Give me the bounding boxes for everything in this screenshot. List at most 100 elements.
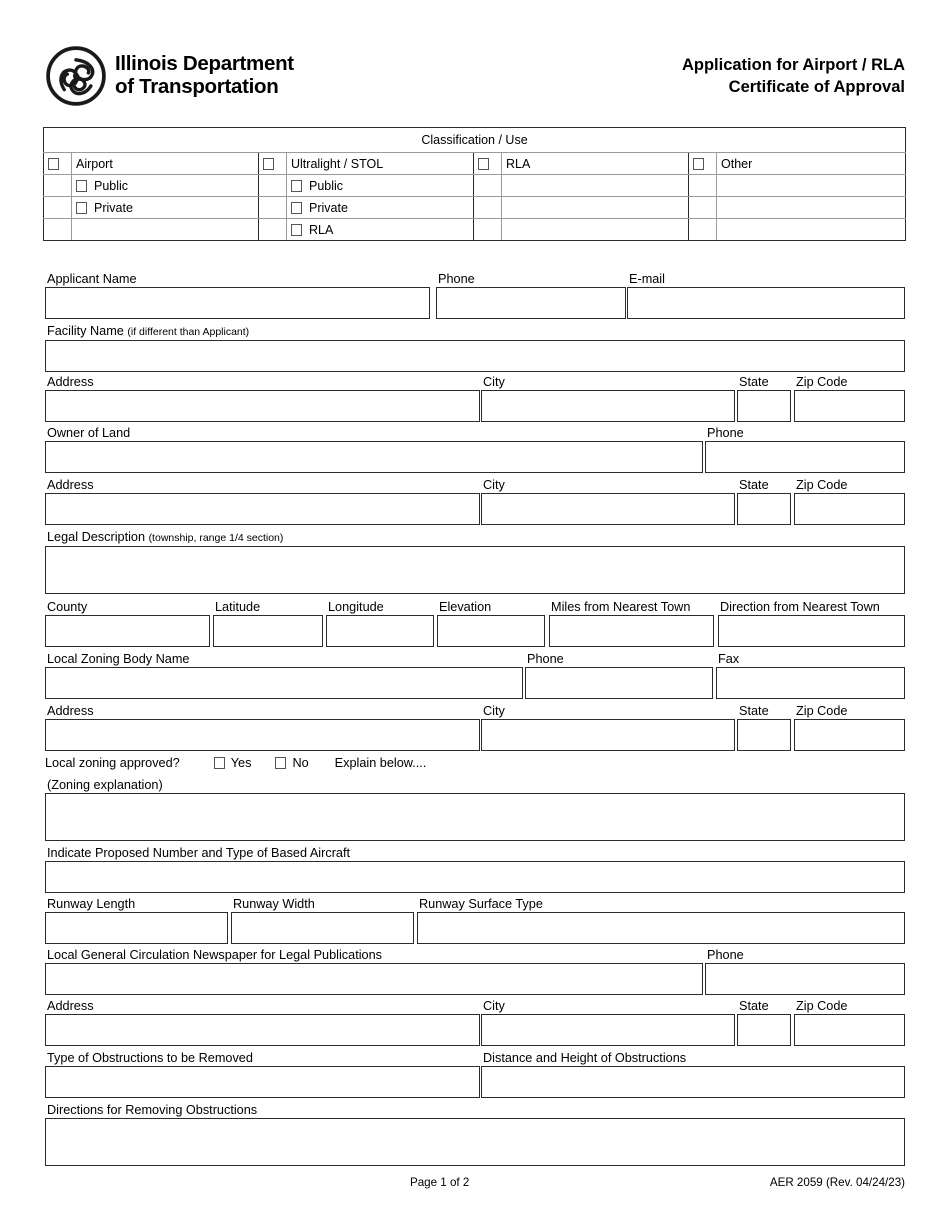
newspaper-city-input[interactable] (481, 1014, 735, 1046)
owner-address-input[interactable] (45, 493, 480, 525)
applicant-address-input[interactable] (45, 390, 480, 422)
cell-rla-checkbox[interactable] (473, 152, 502, 175)
cell-other-checkbox[interactable] (688, 152, 717, 175)
checkbox-rla-icon[interactable] (478, 157, 489, 170)
applicant-phone-input[interactable] (436, 287, 626, 319)
zoning-zip-input[interactable] (794, 719, 905, 751)
miles-from-nearest-town-input[interactable] (549, 615, 714, 647)
owner-of-land-field: Owner of Land (45, 426, 703, 473)
facility-name-input[interactable] (45, 340, 905, 372)
sub-other-2[interactable] (715, 196, 907, 219)
sub-other-1[interactable] (715, 174, 907, 197)
runway-surface-type-input[interactable] (417, 912, 905, 944)
checkbox-airport-public-icon[interactable] (76, 179, 87, 192)
sub-ultralight-public[interactable]: Public (286, 174, 474, 197)
facility-name-label: Facility Name (if different than Applica… (45, 324, 905, 339)
idot-triskelion-logo-icon (45, 45, 107, 107)
county-input[interactable] (45, 615, 210, 647)
checkbox-ultralight-private-icon[interactable] (291, 201, 302, 214)
zoning-city-input[interactable] (481, 719, 735, 751)
type-of-obstructions-input[interactable] (45, 1066, 480, 1098)
applicant-city-field: City (481, 375, 735, 422)
facility-name-label-main: Facility Name (47, 324, 124, 338)
classification-table: Classification / Use Airport Ultralight … (42, 127, 907, 241)
distance-height-obstructions-input[interactable] (481, 1066, 905, 1098)
zoning-address-input[interactable] (45, 719, 480, 751)
checkbox-other-icon[interactable] (693, 157, 704, 170)
longitude-label: Longitude (328, 600, 384, 614)
applicant-state-input[interactable] (737, 390, 791, 422)
newspaper-state-input[interactable] (737, 1014, 791, 1046)
elevation-input[interactable] (437, 615, 545, 647)
sub-rla-3[interactable] (501, 218, 689, 241)
sub-rla-1[interactable] (501, 174, 689, 197)
sub-airport-private[interactable]: Private (71, 196, 259, 219)
newspaper-input[interactable] (45, 963, 703, 995)
checkbox-ultralight-rla-icon[interactable] (291, 223, 302, 236)
agency-name-line1: Illinois Department (115, 52, 294, 76)
county-field: County (45, 600, 210, 647)
cell-ultralight-checkbox[interactable] (258, 152, 287, 175)
zoning-yes-label: Yes (230, 756, 252, 770)
applicant-city-input[interactable] (481, 390, 735, 422)
classification-sub-row-3: RLA (43, 218, 907, 241)
explain-below-note: Explain below.... (334, 756, 427, 770)
zoning-phone-input[interactable] (525, 667, 713, 699)
classification-header-row: Airport Ultralight / STOL RLA Other (43, 152, 907, 175)
owner-state-input[interactable] (737, 493, 791, 525)
runway-width-input[interactable] (231, 912, 414, 944)
zoning-state-input[interactable] (737, 719, 791, 751)
newspaper-address-input[interactable] (45, 1014, 480, 1046)
zoning-zip-field: Zip Code (794, 704, 905, 751)
sub-ultralight-private[interactable]: Private (286, 196, 474, 219)
based-aircraft-input[interactable] (45, 861, 905, 893)
owner-zip-input[interactable] (794, 493, 905, 525)
checkbox-zoning-yes-icon[interactable] (213, 757, 225, 769)
owner-phone-input[interactable] (705, 441, 905, 473)
direction-from-nearest-town-field: Direction from Nearest Town (718, 600, 905, 647)
applicant-address-field: Address (45, 375, 480, 422)
cell-airport-checkbox[interactable] (43, 152, 72, 175)
applicant-address-label: Address (47, 375, 94, 389)
applicant-email-input[interactable] (627, 287, 905, 319)
page-title: Application for Airport / RLA Certificat… (682, 55, 905, 99)
owner-of-land-input[interactable] (45, 441, 703, 473)
sub-rla-2[interactable] (501, 196, 689, 219)
newspaper-city-field: City (481, 999, 735, 1046)
local-zoning-body-name-input[interactable] (45, 667, 523, 699)
runway-length-input[interactable] (45, 912, 228, 944)
applicant-zip-field: Zip Code (794, 375, 905, 422)
newspaper-state-label: State (739, 999, 769, 1013)
sub-ultralight-rla[interactable]: RLA (286, 218, 474, 241)
checkbox-airport-icon[interactable] (48, 157, 59, 170)
legal-description-label-note: (township, range 1/4 section) (148, 532, 284, 544)
owner-of-land-label: Owner of Land (47, 426, 131, 440)
newspaper-address-label: Address (47, 999, 94, 1013)
newspaper-label: Local General Circulation Newspaper for … (47, 948, 382, 962)
zoning-fax-input[interactable] (716, 667, 905, 699)
direction-from-nearest-town-input[interactable] (718, 615, 905, 647)
sub-other-3[interactable] (715, 218, 907, 241)
applicant-zip-input[interactable] (794, 390, 905, 422)
owner-city-input[interactable] (481, 493, 735, 525)
spacer-airport-1 (43, 174, 72, 197)
directions-removing-obstructions-input[interactable] (45, 1118, 905, 1166)
latitude-input[interactable] (213, 615, 323, 647)
elevation-field: Elevation (437, 600, 545, 647)
spacer-rla-3 (473, 218, 502, 241)
newspaper-zip-input[interactable] (794, 1014, 905, 1046)
sub-airport-public[interactable]: Public (71, 174, 259, 197)
checkbox-zoning-no-icon[interactable] (275, 757, 287, 769)
legal-description-field: Legal Description (township, range 1/4 s… (45, 530, 905, 594)
legal-description-input[interactable] (45, 546, 905, 594)
newspaper-phone-input[interactable] (705, 963, 905, 995)
applicant-name-input[interactable] (45, 287, 430, 319)
longitude-input[interactable] (326, 615, 434, 647)
page-title-line1: Application for Airport / RLA (681, 56, 905, 74)
owner-state-label: State (739, 478, 769, 492)
zoning-explanation-input[interactable] (45, 793, 905, 841)
classification-label-rla: RLA (501, 152, 689, 175)
checkbox-ultralight-public-icon[interactable] (291, 179, 302, 192)
checkbox-airport-private-icon[interactable] (76, 201, 87, 214)
checkbox-ultralight-stol-icon[interactable] (263, 157, 274, 170)
